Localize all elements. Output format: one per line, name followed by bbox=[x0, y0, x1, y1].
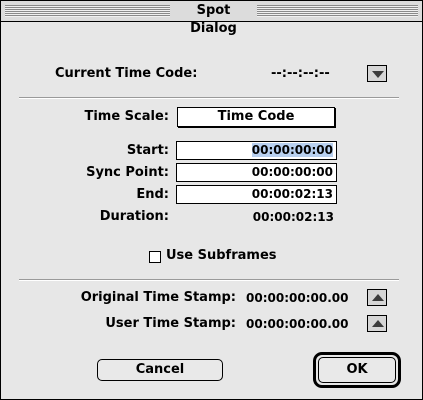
triangle-up-icon bbox=[372, 294, 384, 301]
original-time-stamp-label: Original Time Stamp: bbox=[80, 290, 236, 305]
separator-top bbox=[19, 97, 399, 99]
use-subframes-label[interactable]: Use Subframes bbox=[166, 247, 277, 265]
time-scale-label: Time Scale: bbox=[84, 109, 169, 124]
current-time-code-menu-button[interactable] bbox=[367, 65, 387, 82]
sync-point-field-value: 00:00:00:00 bbox=[251, 165, 333, 179]
time-scale-popup[interactable]: Time Code bbox=[177, 107, 335, 127]
title-bar[interactable]: Spot Dialog bbox=[1, 1, 422, 36]
end-label: End: bbox=[136, 187, 169, 202]
original-time-stamp-value: 00:00:00:00.00 bbox=[246, 291, 349, 305]
cancel-button[interactable]: Cancel bbox=[97, 359, 223, 381]
title-bar-stripes-right bbox=[257, 5, 418, 17]
user-time-stamp-button[interactable] bbox=[367, 315, 387, 332]
start-field-value: 00:00:00:00 bbox=[251, 143, 333, 157]
triangle-down-icon bbox=[372, 71, 384, 78]
user-time-stamp-value: 00:00:00:00.00 bbox=[246, 317, 349, 331]
start-label: Start: bbox=[126, 143, 169, 158]
triangle-up-icon bbox=[372, 320, 384, 327]
duration-value: 00:00:02:13 bbox=[252, 210, 334, 224]
end-field-value: 00:00:02:13 bbox=[251, 187, 333, 201]
sync-point-label: Sync Point: bbox=[86, 165, 169, 180]
start-field[interactable]: 00:00:00:00 bbox=[176, 141, 337, 160]
current-time-code-value: --:--:--:-- bbox=[271, 66, 330, 81]
duration-label: Duration: bbox=[99, 209, 169, 224]
ok-button[interactable]: OK bbox=[318, 357, 396, 383]
spot-dialog-window: Spot Dialog Current Time Code: --:--:--:… bbox=[0, 0, 423, 400]
user-time-stamp-label: User Time Stamp: bbox=[105, 316, 236, 331]
sync-point-field[interactable]: 00:00:00:00 bbox=[176, 163, 337, 182]
window-title: Spot Dialog bbox=[190, 3, 237, 36]
title-bar-stripes-left bbox=[5, 5, 170, 17]
original-time-stamp-button[interactable] bbox=[367, 289, 387, 306]
separator-bottom bbox=[19, 279, 399, 281]
use-subframes-checkbox[interactable] bbox=[149, 251, 161, 263]
current-time-code-label: Current Time Code: bbox=[55, 66, 198, 81]
end-field[interactable]: 00:00:02:13 bbox=[176, 185, 337, 204]
